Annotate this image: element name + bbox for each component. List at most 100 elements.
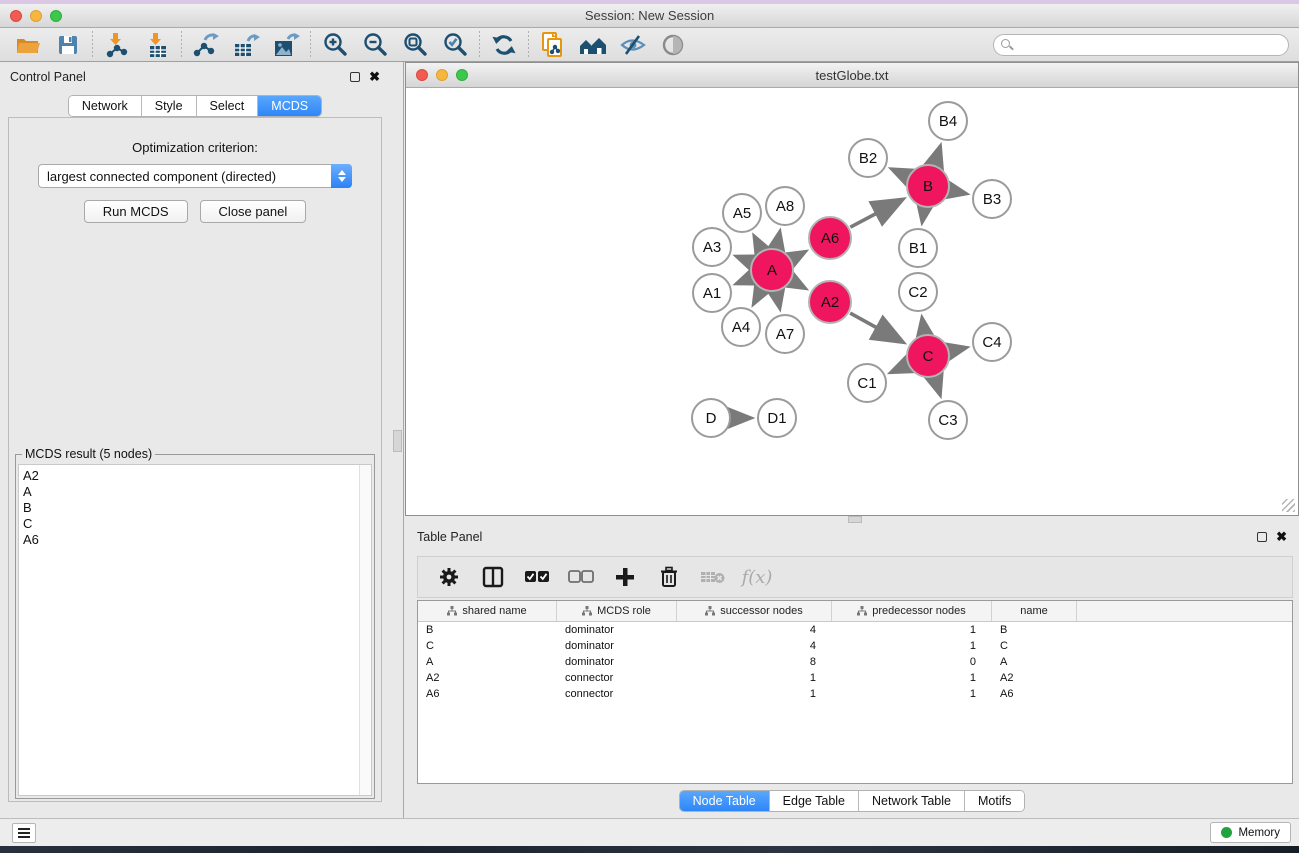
edge-B-B1[interactable] <box>923 209 925 220</box>
graph-node-B[interactable]: B <box>906 164 950 208</box>
export-table-button[interactable] <box>226 30 266 60</box>
graph-node-D1[interactable]: D1 <box>757 398 797 438</box>
tab-select[interactable]: Select <box>197 96 259 116</box>
graph-node-A6[interactable]: A6 <box>808 216 852 260</box>
edge-B-B3[interactable] <box>951 191 964 194</box>
column-header-MCDS-role[interactable]: MCDS role <box>557 601 677 621</box>
graph-node-A8[interactable]: A8 <box>765 186 805 226</box>
graph-node-C2[interactable]: C2 <box>898 272 938 312</box>
edge-A2-C[interactable] <box>850 313 901 341</box>
show-graphics-button[interactable] <box>653 30 693 60</box>
close-panel-button[interactable]: Close panel <box>200 200 307 223</box>
graph-node-C4[interactable]: C4 <box>972 322 1012 362</box>
edge-A-A4[interactable] <box>755 290 761 301</box>
network-window-titlebar[interactable]: testGlobe.txt <box>406 63 1298 88</box>
graph-node-D[interactable]: D <box>691 398 731 438</box>
edge-B-B2[interactable] <box>894 170 907 176</box>
table-row[interactable]: Bdominator41B <box>418 622 1292 638</box>
edge-C-C2[interactable] <box>922 321 924 334</box>
edge-A-A6[interactable] <box>792 253 803 259</box>
run-mcds-button[interactable]: Run MCDS <box>84 200 188 223</box>
tab-style[interactable]: Style <box>142 96 197 116</box>
network-canvas[interactable]: B4B2BB3A5A8A6A3B1AA1C2A2A4A7C4CC1C3DD1 <box>407 89 1297 514</box>
add-column-button[interactable] <box>608 562 642 592</box>
graph-node-A5[interactable]: A5 <box>722 193 762 233</box>
export-network-button[interactable] <box>186 30 226 60</box>
edge-C-C3[interactable] <box>935 378 939 392</box>
column-header-shared-name[interactable]: shared name <box>418 601 557 621</box>
horizontal-splitter[interactable] <box>405 516 1299 524</box>
select-all-button[interactable] <box>520 562 554 592</box>
result-item[interactable]: A2 <box>23 468 371 484</box>
graph-node-B2[interactable]: B2 <box>848 138 888 178</box>
edge-A-A2[interactable] <box>792 281 803 287</box>
hide-graphics-button[interactable] <box>613 30 653 60</box>
float-panel-icon[interactable] <box>1257 532 1267 542</box>
edge-A-A8[interactable] <box>777 234 780 247</box>
memory-button[interactable]: Memory <box>1210 822 1291 843</box>
function-builder-button[interactable]: f(x) <box>740 562 774 592</box>
tab-edge-table[interactable]: Edge Table <box>770 791 859 811</box>
graph-node-C1[interactable]: C1 <box>847 363 887 403</box>
delete-table-button[interactable] <box>696 562 730 592</box>
result-item[interactable]: B <box>23 500 371 516</box>
zoom-fit-button[interactable] <box>395 30 435 60</box>
result-item[interactable]: C <box>23 516 371 532</box>
mcds-result-list[interactable]: A2ABCA6 <box>18 464 372 796</box>
close-panel-icon[interactable]: ✖ <box>369 72 380 82</box>
column-header-name[interactable]: name <box>992 601 1077 621</box>
zoom-in-button[interactable] <box>315 30 355 60</box>
zoom-selected-button[interactable] <box>435 30 475 60</box>
tab-network[interactable]: Network <box>69 96 142 116</box>
task-history-button[interactable] <box>12 823 36 843</box>
zoom-out-button[interactable] <box>355 30 395 60</box>
home-views-button[interactable] <box>573 30 613 60</box>
column-chooser-button[interactable] <box>476 562 510 592</box>
graph-node-A1[interactable]: A1 <box>692 273 732 313</box>
splitter-grip[interactable] <box>393 430 402 452</box>
search-input[interactable] <box>993 34 1289 56</box>
column-header-successor-nodes[interactable]: successor nodes <box>677 601 832 621</box>
graph-node-B4[interactable]: B4 <box>928 101 968 141</box>
criterion-dropdown[interactable]: largest connected component (directed) <box>38 164 352 188</box>
import-table-button[interactable] <box>137 30 177 60</box>
deselect-all-button[interactable] <box>564 562 598 592</box>
edge-A6-B[interactable] <box>850 201 900 228</box>
edge-A-A3[interactable] <box>739 257 750 261</box>
tab-node-table[interactable]: Node Table <box>680 791 770 811</box>
tab-network-table[interactable]: Network Table <box>859 791 965 811</box>
tab-motifs[interactable]: Motifs <box>965 791 1024 811</box>
save-session-button[interactable] <box>48 30 88 60</box>
edge-A-A5[interactable] <box>756 239 762 250</box>
clone-network-button[interactable] <box>533 30 573 60</box>
graph-node-C[interactable]: C <box>906 334 950 378</box>
float-panel-icon[interactable] <box>350 72 360 82</box>
window-resize-grip[interactable] <box>1282 499 1295 512</box>
table-row[interactable]: Cdominator41C <box>418 638 1292 654</box>
splitter-grip[interactable] <box>848 516 862 523</box>
vertical-splitter[interactable] <box>390 62 405 818</box>
export-image-button[interactable] <box>266 30 306 60</box>
graph-node-B3[interactable]: B3 <box>972 179 1012 219</box>
table-row[interactable]: Adominator80A <box>418 654 1292 670</box>
tab-mcds[interactable]: MCDS <box>258 96 321 116</box>
result-scrollbar[interactable] <box>359 465 371 795</box>
graph-node-B1[interactable]: B1 <box>898 228 938 268</box>
edge-B-B4[interactable] <box>935 149 940 164</box>
apply-layout-button[interactable] <box>484 30 524 60</box>
open-session-button[interactable] <box>8 30 48 60</box>
close-panel-icon[interactable]: ✖ <box>1276 532 1287 542</box>
graph-node-A2[interactable]: A2 <box>808 280 852 324</box>
edge-A-A7[interactable] <box>777 293 780 306</box>
result-item[interactable]: A6 <box>23 532 371 548</box>
table-row[interactable]: A6connector11A6 <box>418 686 1292 702</box>
table-row[interactable]: A2connector11A2 <box>418 670 1292 686</box>
edge-C-C1[interactable] <box>894 365 907 371</box>
edge-A-A1[interactable] <box>739 278 750 282</box>
column-header-predecessor-nodes[interactable]: predecessor nodes <box>832 601 992 621</box>
graph-node-A3[interactable]: A3 <box>692 227 732 267</box>
app-titlebar[interactable]: Session: New Session <box>0 4 1299 28</box>
edge-C-C4[interactable] <box>950 348 963 351</box>
table-settings-button[interactable] <box>432 562 466 592</box>
node-table[interactable]: shared nameMCDS rolesuccessor nodesprede… <box>417 600 1293 784</box>
